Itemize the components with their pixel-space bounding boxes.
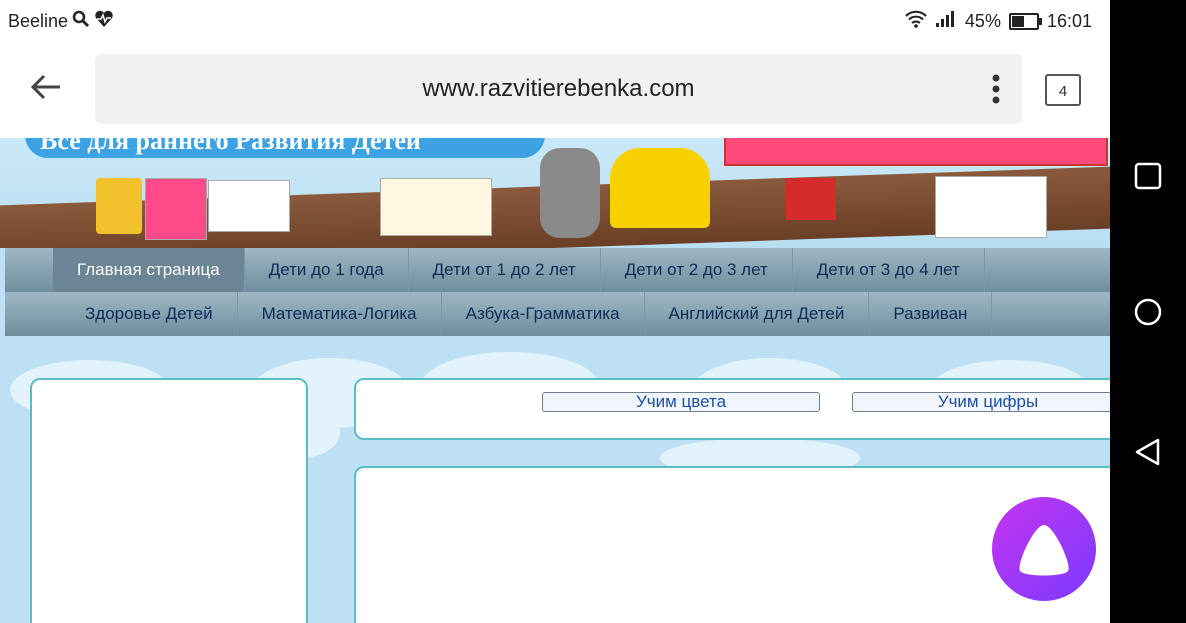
recent-apps-icon[interactable] [1132,160,1164,197]
nav-item-alphabet[interactable]: Азбука-Грамматика [442,292,645,336]
banner-title: Все для раннего Развития Детей [40,138,421,155]
learn-colors-button[interactable]: Учим цвета [542,392,820,412]
nav-item-english[interactable]: Английский для Детей [645,292,870,336]
nav-item-3-4[interactable]: Дети от 3 до 4 лет [793,248,985,292]
battery-icon [1008,13,1042,30]
heart-rate-icon [94,10,114,33]
banner-card-letters [380,178,492,236]
banner-poster [724,138,1108,166]
main-menu-row-2: Здоровье Детей Математика-Логика Азбука-… [5,292,1110,336]
nav-item-1-2[interactable]: Дети от 1 до 2 лет [409,248,601,292]
nav-item-2-3[interactable]: Дети от 2 до 3 лет [601,248,793,292]
more-menu-icon[interactable] [992,74,1000,109]
carrier-label: Beeline [8,11,69,31]
battery-percent: 45% [964,11,1001,31]
status-bar: Beeline 45% 16:01 [0,0,1110,42]
url-text[interactable]: www.razvitierebenka.com [95,75,1022,103]
browser-toolbar: www.razvitierebenka.com 4 [0,42,1110,138]
cat-figure-image [540,148,600,238]
nav-item-home[interactable]: Главная страница [53,248,245,292]
assistant-icon [1019,525,1069,576]
banner-card-shapes [145,178,207,240]
battery-level-fill [1011,16,1024,27]
site-banner: Все для раннего Развития Детей [0,138,1110,248]
back-arrow-icon[interactable] [30,72,62,109]
tab-switcher-button[interactable]: 4 [1045,74,1081,106]
banner-card-sheet [208,180,290,232]
nav-item-under-1[interactable]: Дети до 1 года [245,248,409,292]
android-nav-bar [1110,0,1186,623]
signal-icon [935,10,957,33]
phone-screen: Beeline 45% 16:01 www.razvitierebenka.co… [0,0,1110,623]
rubik-cube-image [786,178,836,220]
nav-item-health[interactable]: Здоровье Детей [61,292,238,336]
nav-item-math[interactable]: Математика-Логика [238,292,442,336]
clock: 16:01 [1046,11,1092,31]
home-icon[interactable] [1132,296,1164,333]
sidebar-panel [30,378,308,623]
pencil-cup-image [96,178,142,234]
search-icon [72,10,90,33]
lessons-panel: Учим цвета Учим цифры [354,378,1110,440]
back-icon[interactable] [1132,436,1164,473]
nav-item-development[interactable]: Развиван [869,292,993,336]
wifi-icon [905,10,927,33]
learn-digits-button[interactable]: Учим цифры [852,392,1110,412]
main-menu-row-1: Главная страница Дети до 1 года Дети от … [5,248,1110,292]
voice-assistant-button[interactable] [992,497,1096,601]
banner-card-fruits [935,176,1047,238]
address-bar[interactable]: www.razvitierebenka.com [95,54,1022,124]
web-page: Все для раннего Развития Детей Главная с… [0,138,1110,623]
child-figure-image [610,148,710,228]
